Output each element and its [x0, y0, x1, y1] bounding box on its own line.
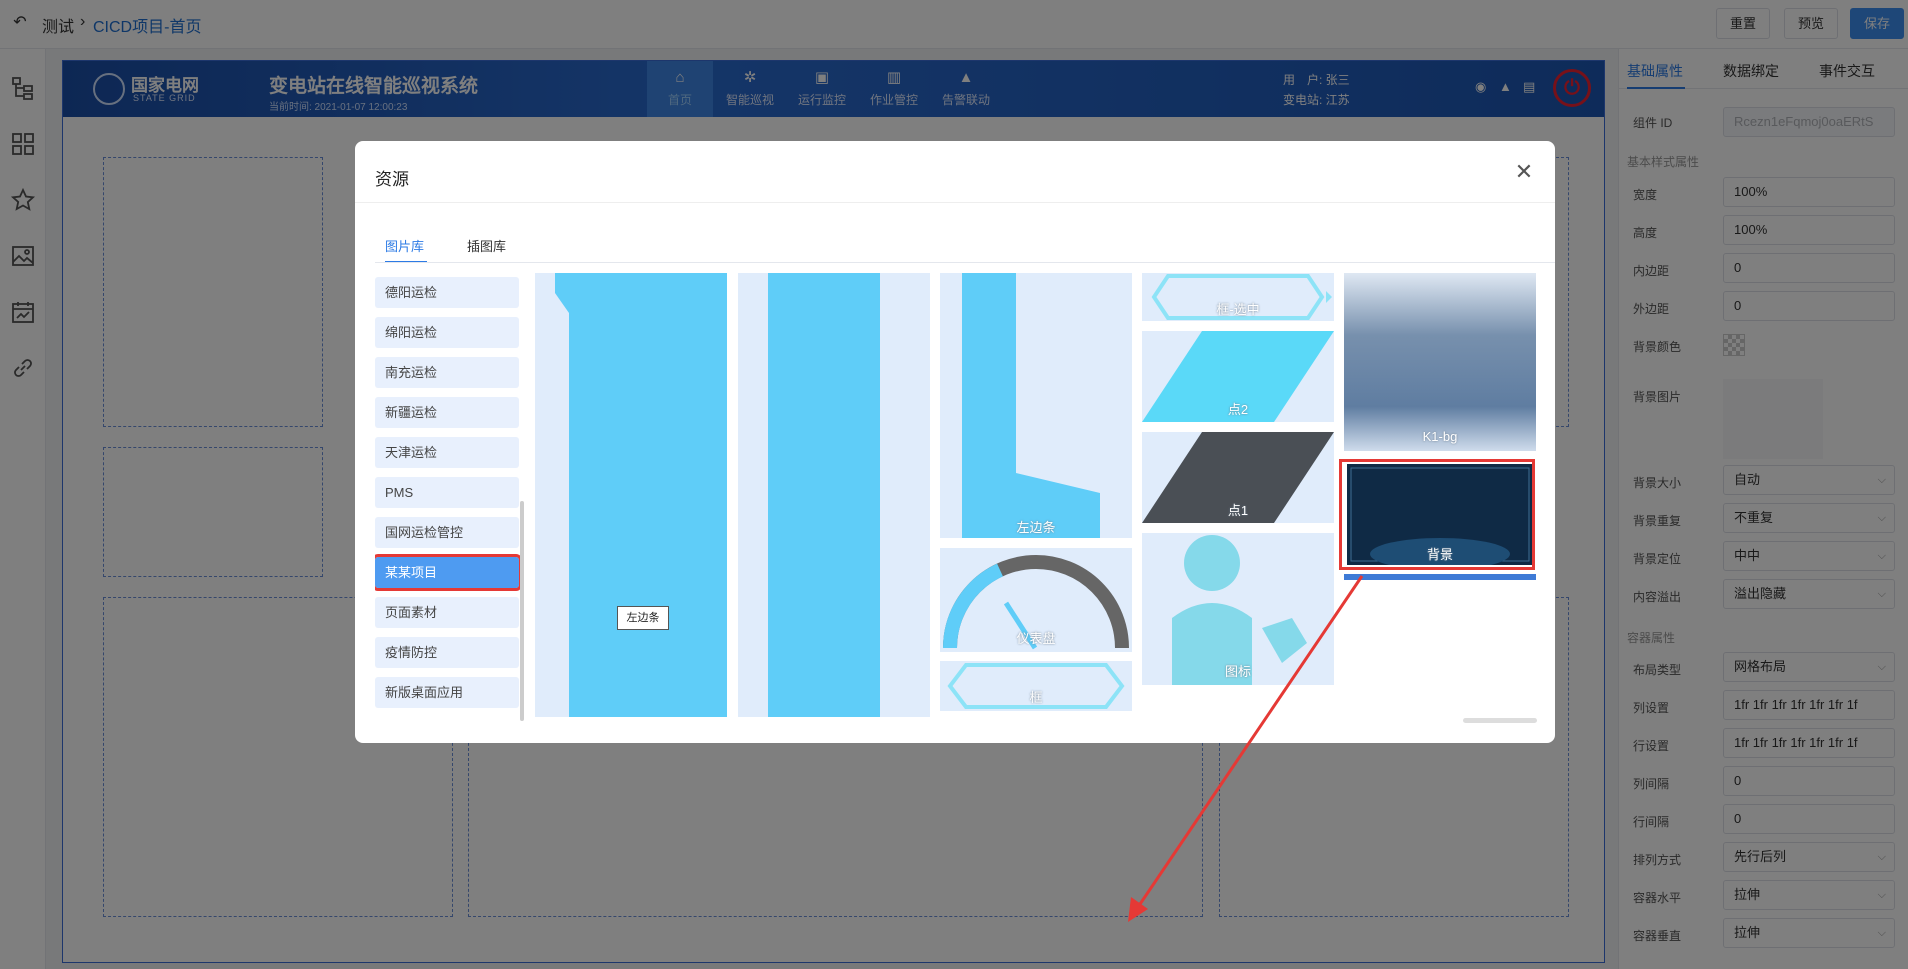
- annotation-arrow: [1128, 575, 1364, 922]
